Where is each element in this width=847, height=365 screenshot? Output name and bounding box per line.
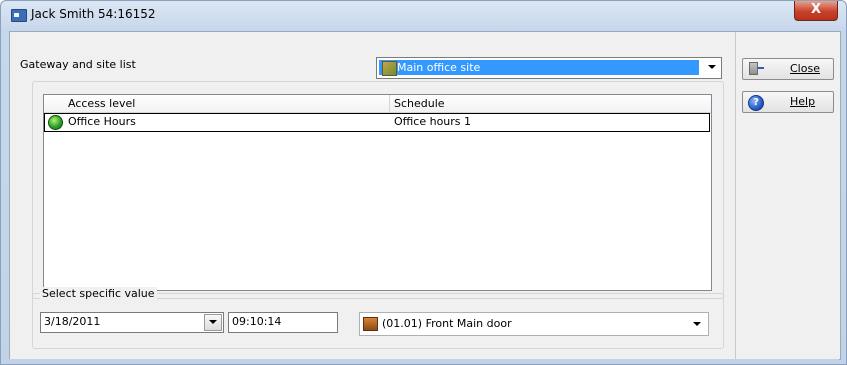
- exit-door-icon: [749, 62, 764, 75]
- column-schedule[interactable]: Schedule: [394, 97, 445, 110]
- help-icon: ?: [748, 95, 764, 111]
- date-picker[interactable]: 3/18/2011: [40, 312, 224, 333]
- site-icon: [382, 61, 397, 76]
- green-access-icon: [48, 115, 63, 130]
- chevron-down-icon[interactable]: [693, 322, 701, 326]
- access-level-list[interactable]: Access level Schedule Office Hours Offic…: [43, 94, 712, 291]
- site-dropdown[interactable]: Main office site: [376, 57, 722, 79]
- column-separator[interactable]: [389, 95, 390, 112]
- list-header: Access level Schedule: [44, 95, 711, 113]
- chevron-down-icon[interactable]: [708, 65, 716, 69]
- main-panel: Gateway and site list Main office site A…: [10, 32, 734, 359]
- gateway-label: Gateway and site list: [20, 58, 136, 71]
- chevron-down-icon: [209, 320, 217, 324]
- user-card-icon: [11, 9, 27, 22]
- door-dropdown[interactable]: (01.01) Front Main door: [359, 312, 709, 336]
- help-label: Help: [790, 95, 816, 108]
- door-value: (01.01) Front Main door: [382, 317, 512, 330]
- button-panel: Close ? Help: [735, 32, 841, 359]
- date-dropdown-button[interactable]: [204, 314, 222, 331]
- cell-access-level: Office Hours: [68, 115, 136, 128]
- close-label: Close: [790, 62, 820, 75]
- window-title: Jack Smith 54:16152: [31, 7, 156, 21]
- table-row[interactable]: Office Hours Office hours 1: [44, 113, 710, 132]
- time-field[interactable]: 09:10:14: [228, 312, 338, 333]
- window-close-button[interactable]: X: [794, 1, 838, 21]
- help-button[interactable]: ? Help: [742, 91, 834, 113]
- client-area: Gateway and site list Main office site A…: [9, 31, 841, 360]
- date-value: 3/18/2011: [44, 315, 101, 328]
- title-bar[interactable]: Jack Smith 54:16152 X: [1, 1, 846, 31]
- door-icon: [363, 317, 378, 331]
- time-value: 09:10:14: [232, 315, 282, 328]
- cell-schedule: Office hours 1: [394, 115, 472, 128]
- window-bottom-edge: [9, 359, 839, 362]
- site-selected[interactable]: Main office site: [379, 60, 699, 76]
- specific-value-legend: Select specific value: [40, 287, 157, 300]
- site-text: Main office site: [397, 61, 481, 74]
- column-access-level[interactable]: Access level: [68, 97, 135, 110]
- dialog-window: Jack Smith 54:16152 X Gateway and site l…: [0, 0, 847, 365]
- close-button[interactable]: Close: [742, 58, 834, 80]
